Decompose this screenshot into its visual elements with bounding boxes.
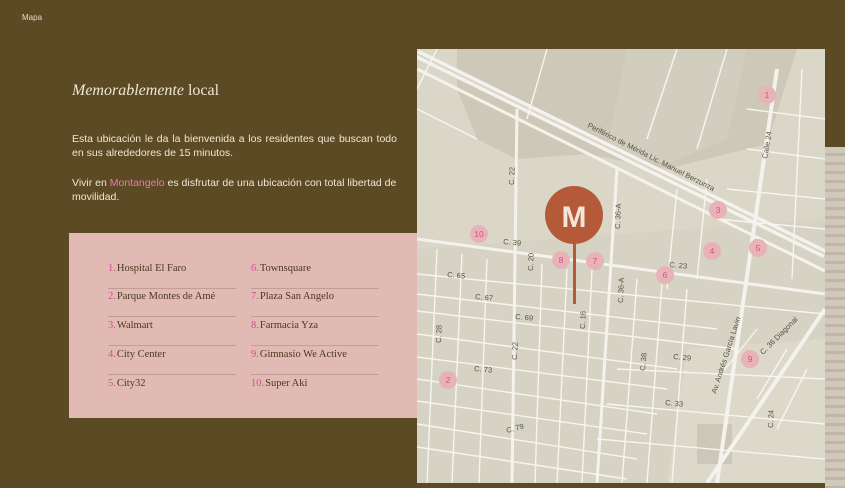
place-number: 4. [108,349,116,360]
place-number: 5. [108,378,116,389]
street-label-c39: C. 39 [503,237,522,248]
marker-number: 6 [663,270,668,280]
adjacent-image-strip [825,147,845,488]
street-label-c33: C. 33 [665,398,684,409]
street-label-c24: C. 24 [766,410,776,428]
place-item-townsquare[interactable]: 6.Townsquare [251,261,379,289]
place-name: City Center [116,349,166,360]
place-number: 6. [251,263,259,274]
marker-number: 1 [765,90,770,100]
brand-name: Montangelo [109,177,165,189]
marker-number: 10 [474,229,484,239]
map-marker-4[interactable]: 4 [703,242,721,260]
street-label-c16: C. 16 [578,311,588,329]
place-name: Townsquare [259,263,312,274]
place-name: Gimnasio We Active [259,349,347,360]
map-marker-1[interactable]: 1 [758,86,776,104]
place-name: Hospital El Faro [116,263,187,274]
map-marker-6[interactable]: 6 [656,266,674,284]
place-number: 10. [251,378,265,389]
street-label-c65: C. 65 [447,270,466,281]
marker-number: 2 [446,375,451,385]
street-label-c36a-north: C. 36-A [613,203,623,229]
mobility-paragraph: Vivir en Montangelo es disfrutar de una … [72,177,397,204]
street-label-c28: C. 28 [434,325,444,343]
place-name: Farmacia Yza [259,320,319,331]
marker-number: 3 [716,205,721,215]
place-number: 8. [251,320,259,331]
street-label-c73: C. 73 [474,364,493,375]
pin-stem [573,237,576,304]
location-map[interactable]: Periférico de Mérida Lic. Manuel Berzunz… [417,49,825,483]
place-item-city32[interactable]: 5.City32 [108,376,236,404]
mobility-text-start: Vivir en [72,177,110,189]
place-name: Super Aki [265,378,308,389]
street-label-c36a-south: C. 36-A [616,277,626,303]
place-number: 2. [108,291,116,302]
section-title-italic: Memorablemente [72,82,184,99]
marker-number: 7 [593,256,598,266]
places-list-panel: 1.Hospital El Faro 2.Parque Montes de Am… [69,233,417,418]
place-item-parque-montes-de-ame[interactable]: 2.Parque Montes de Amé [108,289,236,317]
place-item-city-center[interactable]: 4.City Center [108,347,236,375]
marker-number: 9 [748,354,753,364]
street-label-c29: C. 29 [673,352,692,363]
place-item-farmacia-yza[interactable]: 8.Farmacia Yza [251,318,379,346]
place-item-hospital-el-faro[interactable]: 1.Hospital El Faro [108,261,236,289]
section-title: Memorablemente local [72,82,219,100]
street-label-c22-north: C. 22 [507,167,517,185]
section-title-rest: local [183,82,220,99]
place-item-super-aki[interactable]: 10.Super Aki [251,376,379,404]
nav-label-mapa[interactable]: Mapa [22,13,42,22]
map-marker-10[interactable]: 10 [470,225,488,243]
street-label-c38: C. 38 [638,353,649,372]
place-number: 1. [108,263,116,274]
place-name: Parque Montes de Amé [116,291,216,302]
place-number: 9. [251,349,259,360]
intro-paragraph: Esta ubicación le da la bienvenida a los… [72,133,397,159]
place-name: Plaza San Angelo [259,291,334,302]
place-item-gimnasio-we-active[interactable]: 9.Gimnasio We Active [251,347,379,375]
map-marker-2[interactable]: 2 [439,371,457,389]
place-number: 3. [108,320,116,331]
map-marker-7[interactable]: 7 [586,252,604,270]
map-canvas: Periférico de Mérida Lic. Manuel Berzunz… [417,49,825,483]
map-marker-3[interactable]: 3 [709,201,727,219]
map-marker-9[interactable]: 9 [741,350,759,368]
marker-number: 8 [559,255,564,265]
map-marker-5[interactable]: 5 [749,239,767,257]
street-label-c67: C. 67 [475,292,494,303]
adjacent-image-texture [825,147,845,488]
place-number: 7. [251,291,259,302]
map-marker-8[interactable]: 8 [552,251,570,269]
place-item-walmart[interactable]: 3.Walmart [108,318,236,346]
marker-number: 4 [710,246,715,256]
street-label-c69: C. 69 [515,312,534,323]
place-item-plaza-san-angelo[interactable]: 7.Plaza San Angelo [251,289,379,317]
marker-number: 5 [756,243,761,253]
place-name: Walmart [116,320,153,331]
street-label-c22-south: C. 22 [510,342,520,360]
logo-letter: M [562,201,587,234]
place-name: City32 [116,378,146,389]
street-label-c20: C. 20 [526,253,536,271]
